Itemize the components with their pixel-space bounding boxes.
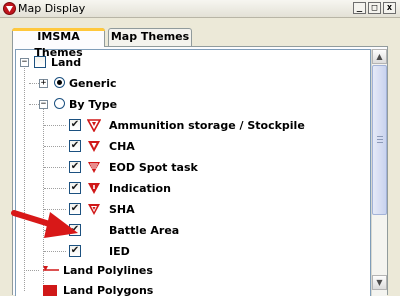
- tree-node-generic[interactable]: + Generic: [16, 74, 370, 94]
- maximize-button[interactable]: □: [368, 2, 381, 14]
- themes-panel: − Land + Generic − By Type ✔ Ammunition …: [12, 46, 388, 296]
- scroll-up-button[interactable]: ▲: [372, 49, 387, 64]
- window-title: Map Display: [18, 2, 86, 15]
- scroll-down-button[interactable]: ▼: [372, 275, 387, 290]
- collapse-icon[interactable]: −: [20, 58, 29, 67]
- generic-radio[interactable]: [54, 77, 65, 88]
- theme-tree: − Land + Generic − By Type ✔ Ammunition …: [15, 49, 371, 296]
- tree-item-eod-spot-task[interactable]: ✔ EOD Spot task: [16, 158, 370, 178]
- indication-checkbox[interactable]: ✔: [69, 182, 81, 194]
- indication-label: Indication: [109, 182, 171, 195]
- ied-checkbox[interactable]: ✔: [69, 245, 81, 257]
- tree-item-battle-area[interactable]: ✔ Battle Area: [16, 221, 370, 241]
- generic-label: Generic: [69, 77, 117, 90]
- eod-checkbox[interactable]: ✔: [69, 161, 81, 173]
- grip-icon: [377, 136, 383, 143]
- scroll-thumb[interactable]: [372, 65, 387, 215]
- ammunition-symbol-icon: [87, 119, 101, 132]
- tree-item-sha[interactable]: ✔ SHA: [16, 200, 370, 220]
- tree-item-cha[interactable]: ✔ CHA: [16, 137, 370, 157]
- tree-node-land-polygons[interactable]: Land Polygons: [16, 281, 370, 296]
- minimize-button[interactable]: _: [353, 2, 366, 14]
- tab-imsma-themes[interactable]: IMSMA Themes: [12, 28, 105, 59]
- eod-label: EOD Spot task: [109, 161, 198, 174]
- close-button[interactable]: x: [383, 2, 396, 14]
- ammunition-label: Ammunition storage / Stockpile: [109, 119, 305, 132]
- tree-node-land-polylines[interactable]: Land Polylines: [16, 261, 370, 281]
- tree-item-ammunition[interactable]: ✔ Ammunition storage / Stockpile: [16, 116, 370, 136]
- by-type-label: By Type: [69, 98, 118, 111]
- eod-symbol-icon: [88, 162, 100, 173]
- sha-checkbox[interactable]: ✔: [69, 203, 81, 215]
- land-polygons-label: Land Polygons: [63, 284, 154, 296]
- tree-node-by-type[interactable]: − By Type: [16, 95, 370, 115]
- cha-checkbox[interactable]: ✔: [69, 140, 81, 152]
- battle-area-checkbox[interactable]: ✔: [69, 224, 81, 236]
- collapse-icon[interactable]: −: [39, 100, 48, 109]
- tree-item-indication[interactable]: ✔ Indication: [16, 179, 370, 199]
- cha-label: CHA: [109, 140, 135, 153]
- battle-area-label: Battle Area: [109, 224, 180, 237]
- sha-label: SHA: [109, 203, 135, 216]
- sha-symbol-icon: [88, 204, 100, 215]
- land-polylines-label: Land Polylines: [63, 264, 153, 277]
- tree-item-ied[interactable]: ✔ IED: [16, 242, 370, 262]
- indication-symbol-icon: [88, 183, 100, 194]
- ied-label: IED: [109, 245, 130, 258]
- polyline-symbol-icon: [43, 266, 59, 271]
- polygon-symbol-icon: [43, 285, 57, 296]
- expand-icon[interactable]: +: [39, 79, 48, 88]
- by-type-radio[interactable]: [54, 98, 65, 109]
- tab-map-themes[interactable]: Map Themes: [108, 28, 192, 46]
- app-icon: [3, 2, 16, 15]
- cha-symbol-icon: [88, 141, 100, 152]
- title-bar: Map Display _ □ x: [0, 0, 400, 18]
- vertical-scrollbar[interactable]: ▲ ▼: [371, 49, 387, 296]
- ammunition-checkbox[interactable]: ✔: [69, 119, 81, 131]
